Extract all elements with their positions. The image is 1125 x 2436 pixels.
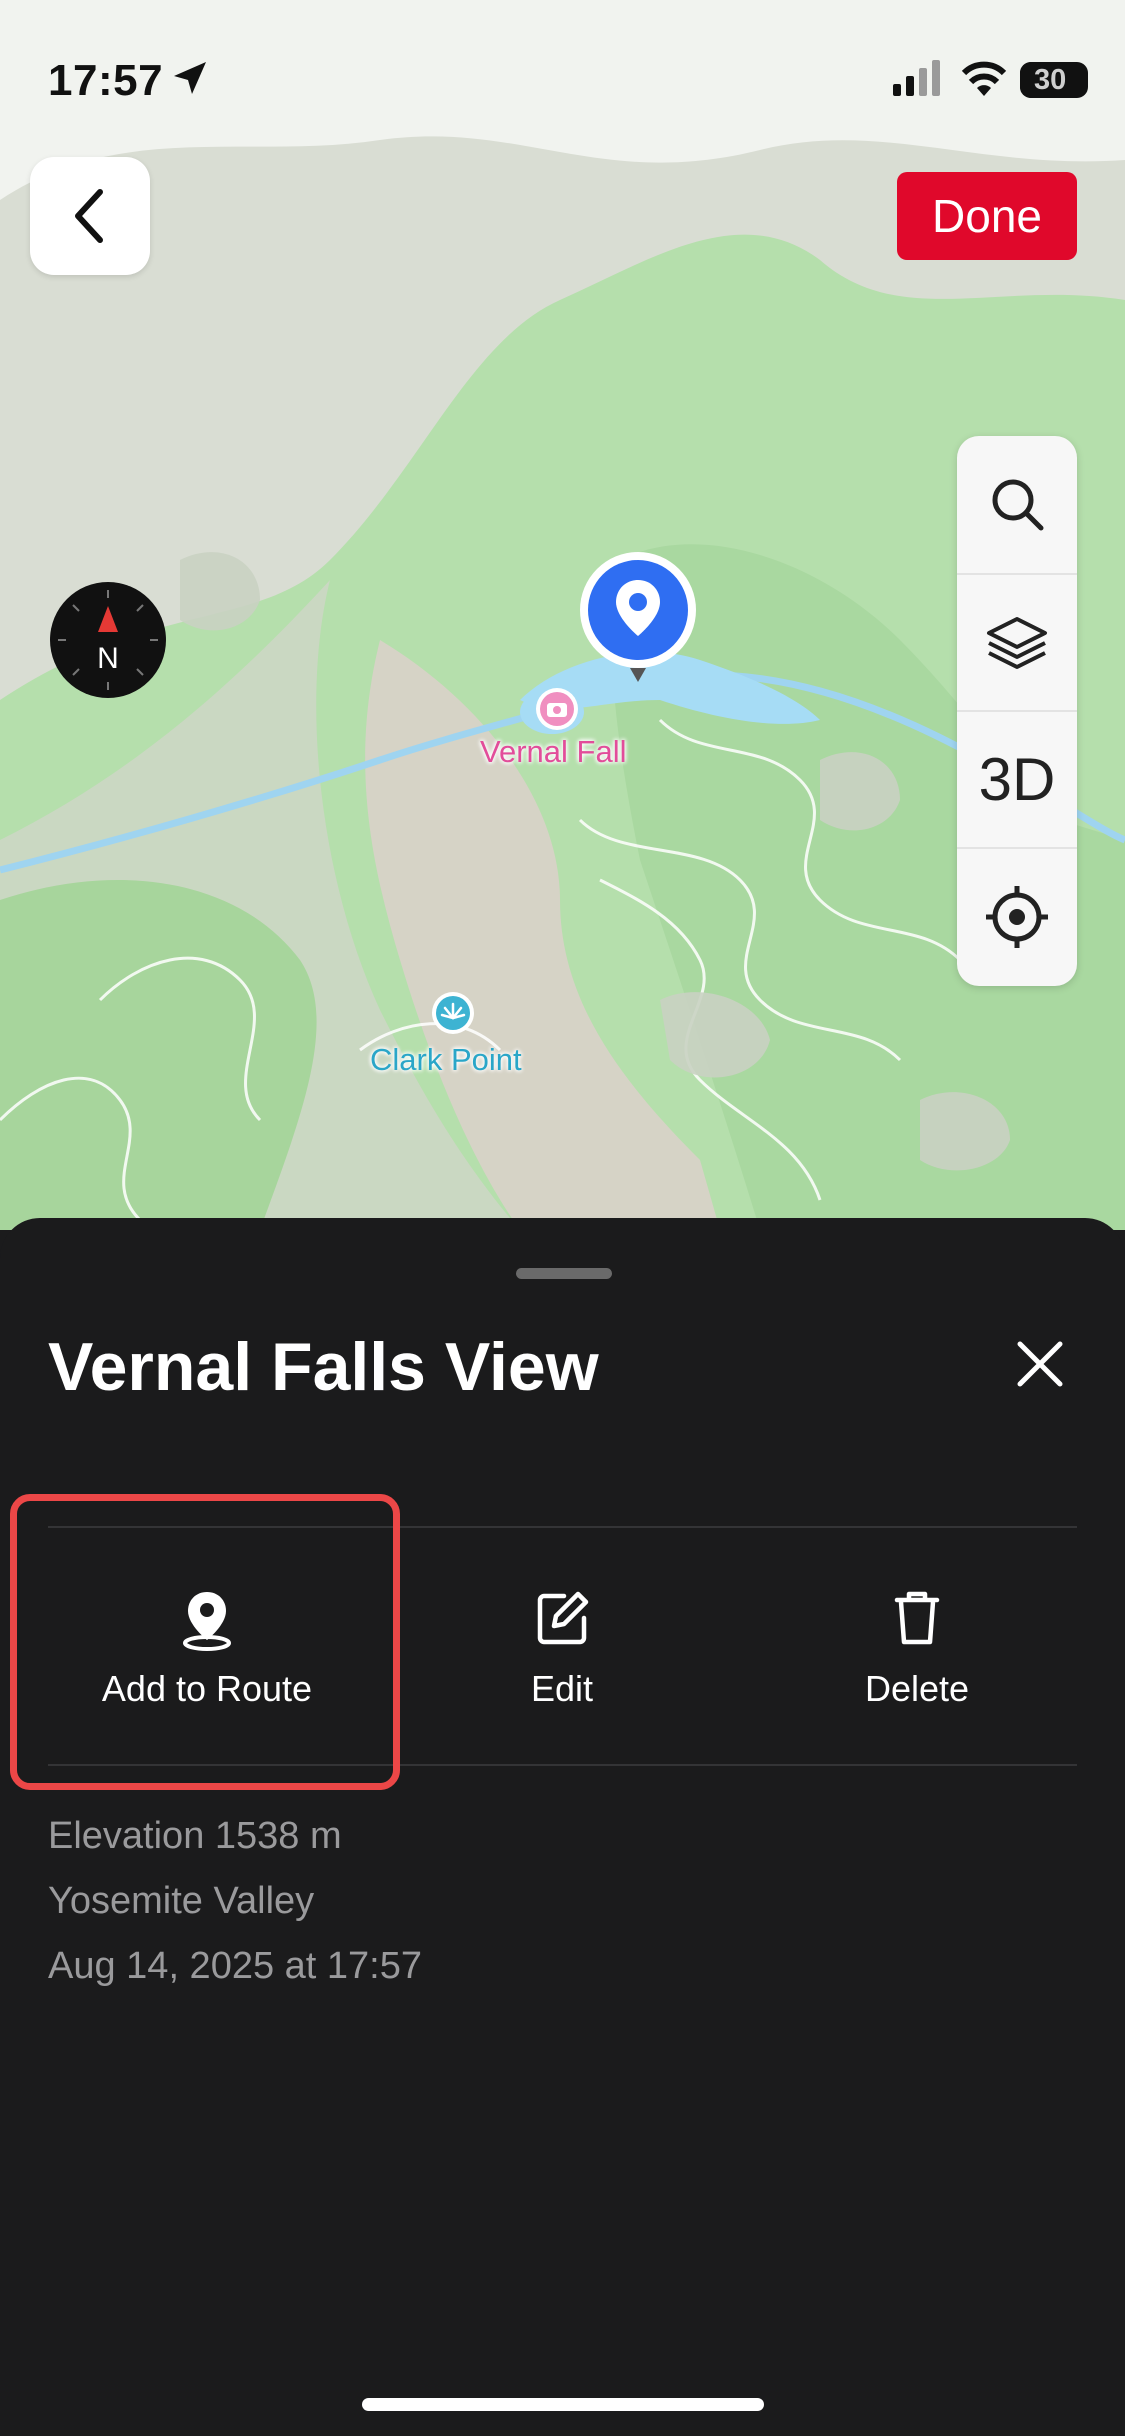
compass-icon: N	[58, 590, 158, 690]
layers-button[interactable]	[957, 573, 1077, 710]
compass-north-label: N	[97, 642, 119, 675]
location-arrow-icon	[174, 62, 206, 94]
status-bar: 17:57 30	[0, 0, 1125, 150]
wifi-icon	[961, 61, 1007, 96]
layers-icon	[987, 616, 1047, 669]
cellular-signal-icon	[893, 60, 940, 96]
map-view[interactable]: 17:57 30 Done N 3D Vernal Fall Clark Poi…	[0, 0, 1125, 1230]
search-button[interactable]	[957, 436, 1077, 571]
region-text: Yosemite Valley	[48, 1880, 315, 1922]
search-icon	[992, 479, 1044, 530]
close-icon[interactable]	[1010, 1334, 1070, 1394]
home-indicator[interactable]	[362, 2398, 764, 2411]
camera-poi-icon[interactable]	[534, 686, 580, 732]
selected-location-marker[interactable]	[578, 550, 698, 690]
battery-indicator: 30	[1020, 62, 1088, 98]
edit-button[interactable]: Edit	[387, 1588, 737, 1748]
status-time: 17:57	[48, 56, 164, 105]
edit-icon	[537, 1591, 589, 1645]
battery-level: 30	[1034, 64, 1067, 96]
delete-label: Delete	[864, 1668, 970, 1709]
delete-button[interactable]: Delete	[742, 1588, 1092, 1748]
edit-label: Edit	[530, 1668, 594, 1709]
add-to-route-highlight	[10, 1494, 400, 1790]
elevation-text: Elevation 1538 m	[48, 1815, 342, 1857]
map-toolbar: 3D	[957, 436, 1077, 986]
3d-toggle-button[interactable]: 3D	[957, 710, 1077, 847]
back-button[interactable]	[30, 157, 150, 275]
trash-icon	[894, 1591, 940, 1645]
locate-me-button[interactable]	[957, 847, 1077, 984]
crosshair-icon	[986, 885, 1048, 948]
done-button[interactable]: Done	[897, 172, 1077, 260]
place-detail-sheet: Vernal Falls View Add to Route Edit Dele…	[0, 1218, 1125, 2436]
compass-button[interactable]: N	[50, 582, 166, 698]
sheet-title: Vernal Falls View	[48, 1329, 599, 1405]
place-label-clark-point[interactable]: Clark Point	[370, 1042, 522, 1078]
sheet-grabber[interactable]	[516, 1268, 612, 1279]
date-text: Aug 14, 2025 at 17:57	[48, 1945, 422, 1987]
viewpoint-poi-icon[interactable]	[430, 990, 476, 1036]
chevron-left-icon	[75, 189, 103, 243]
place-label-vernal-fall[interactable]: Vernal Fall	[480, 734, 626, 770]
